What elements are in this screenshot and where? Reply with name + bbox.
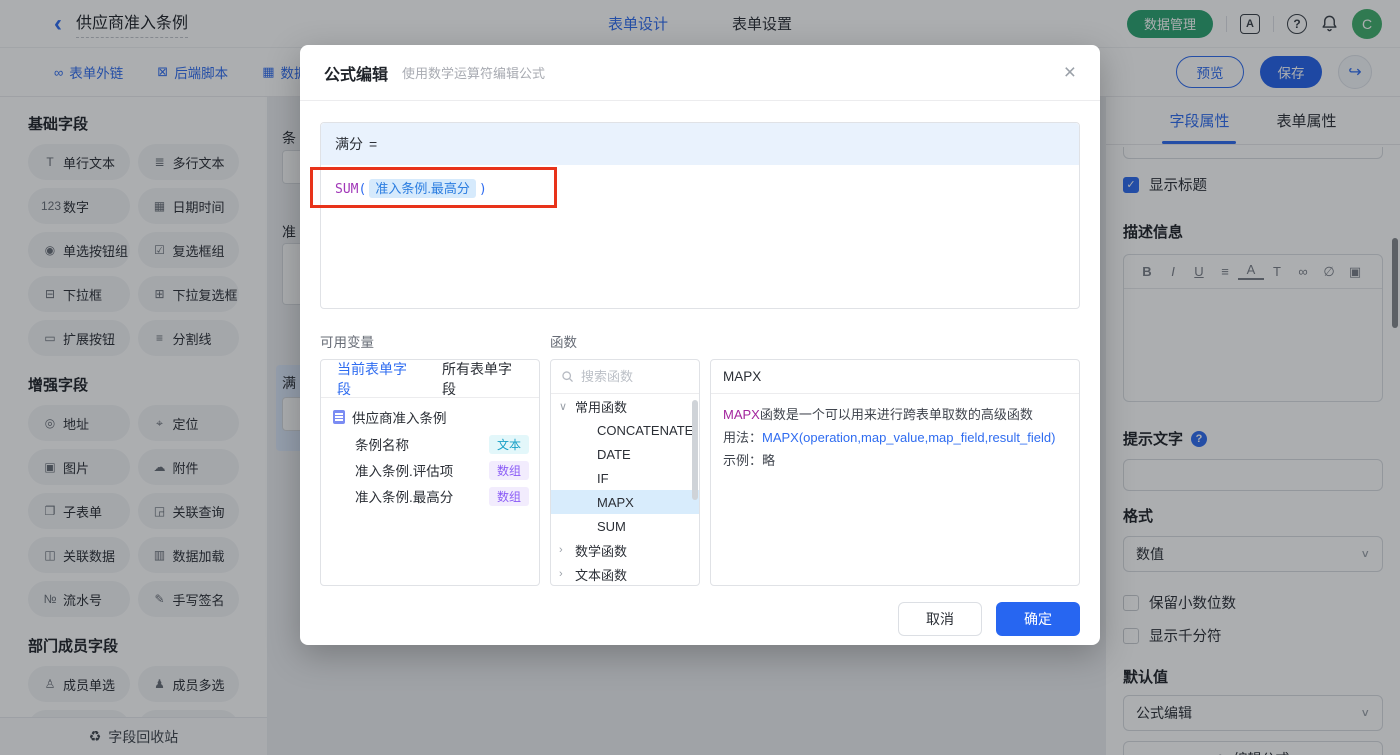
variables-panel-label: 可用变量 — [320, 335, 374, 350]
caret-icon: › — [559, 544, 563, 556]
close-icon[interactable]: × — [1064, 62, 1076, 83]
field-token-chip[interactable]: 准入条例.最高分 — [369, 179, 476, 198]
usage-label: 用法： — [723, 429, 763, 445]
function-name: 数学函数 — [575, 543, 628, 559]
formula-function-name: SUM — [335, 182, 359, 197]
confirm-button[interactable]: 确定 — [996, 602, 1080, 636]
formula-input-area[interactable]: SUM(准入条例.最高分) — [321, 165, 1079, 308]
formula-target-field: 满分 — [335, 136, 363, 152]
function-name: CONCATENATE — [597, 422, 694, 438]
caret-icon: ∨ — [559, 400, 568, 413]
function-detail-usage: 用法：MAPX(operation,map_value,map_field,re… — [723, 427, 1067, 450]
variable-name: 准入条例.最高分 — [355, 490, 454, 505]
functions-panel: ∨ 常用函数 CONCATENATE DATE IF MAPX — [550, 359, 700, 586]
form-document-icon — [333, 410, 345, 424]
example-label: 示例： — [723, 452, 763, 468]
function-list-scrollbar-thumb[interactable] — [692, 400, 698, 500]
usage-signature: MAPX(operation,map_value,map_field,resul… — [762, 429, 1056, 445]
function-name: SUM — [597, 518, 626, 534]
modal-title: 公式编辑 — [324, 66, 389, 84]
function-detail-description: MAPX函数是一个可以用来进行跨表单取数的高级函数 — [723, 404, 1067, 427]
formula-editor-modal: 公式编辑 使用数学运算符编辑公式 × 满分 = SUM(准入条例.最高分) 可用… — [300, 45, 1100, 645]
caret-icon: › — [559, 568, 563, 580]
function-list-item[interactable]: ∨ 常用函数 — [551, 394, 699, 418]
function-list-item[interactable]: SUM — [551, 514, 699, 538]
example-value: 略 — [762, 452, 776, 468]
function-list-item[interactable]: CONCATENATE — [551, 418, 699, 442]
open-paren: ( — [358, 182, 367, 197]
variable-type-badge: 文本 — [488, 434, 529, 454]
variable-type-badge: 数组 — [488, 460, 529, 480]
function-search-box[interactable] — [551, 360, 699, 394]
functions-panel-label: 函数 — [550, 335, 577, 350]
function-name: 常用函数 — [575, 399, 628, 415]
equals-sign: = — [369, 136, 378, 152]
variables-root-label: 供应商准入条例 — [352, 411, 447, 426]
variable-name: 条例名称 — [355, 438, 409, 453]
formula-editor-box: 满分 = SUM(准入条例.最高分) — [320, 122, 1080, 309]
modal-subtitle: 使用数学运算符编辑公式 — [402, 66, 546, 81]
function-detail-panel: MAPX MAPX函数是一个可以用来进行跨表单取数的高级函数 用法：MAPX(o… — [710, 359, 1080, 586]
function-list-item[interactable]: › 数学函数 — [551, 538, 699, 562]
cancel-button[interactable]: 取消 — [898, 602, 982, 636]
function-name: IF — [597, 470, 609, 486]
function-desc-text: 函数是一个可以用来进行跨表单取数的高级函数 — [759, 407, 1033, 422]
function-name: 文本函数 — [575, 567, 628, 583]
function-search-input[interactable] — [581, 369, 681, 384]
search-icon — [562, 371, 573, 382]
tab-all-form-fields[interactable]: 所有表单字段 — [442, 360, 523, 399]
function-keyword: MAPX — [723, 407, 760, 422]
准入条例.评估项[interactable]: 准入条例.评估项 数组 — [321, 457, 539, 483]
function-detail-title: MAPX — [711, 360, 1079, 394]
function-list-item[interactable]: DATE — [551, 442, 699, 466]
variable-type-badge: 数组 — [488, 486, 529, 506]
条例名称[interactable]: 条例名称 文本 — [321, 431, 539, 457]
准入条例.最高分[interactable]: 准入条例.最高分 数组 — [321, 483, 539, 509]
variable-name: 准入条例.评估项 — [355, 464, 454, 479]
variables-tree-root[interactable]: 供应商准入条例 — [321, 398, 539, 431]
formula-target-header: 满分 = — [321, 123, 1079, 165]
function-list-item[interactable]: MAPX — [551, 490, 699, 514]
tab-current-form-fields[interactable]: 当前表单字段 — [337, 360, 418, 399]
function-list-item[interactable]: IF — [551, 466, 699, 490]
function-detail-example: 示例：略 — [723, 450, 1067, 473]
close-paren: ) — [478, 182, 487, 197]
variables-panel: 当前表单字段 所有表单字段 供应商准入条例 条例名称 文本 准入条例.评估项 数… — [320, 359, 540, 586]
function-name: MAPX — [597, 494, 634, 510]
modal-header: 公式编辑 使用数学运算符编辑公式 × — [300, 45, 1100, 101]
function-name: DATE — [597, 446, 631, 462]
function-list-item[interactable]: › 文本函数 — [551, 562, 699, 585]
